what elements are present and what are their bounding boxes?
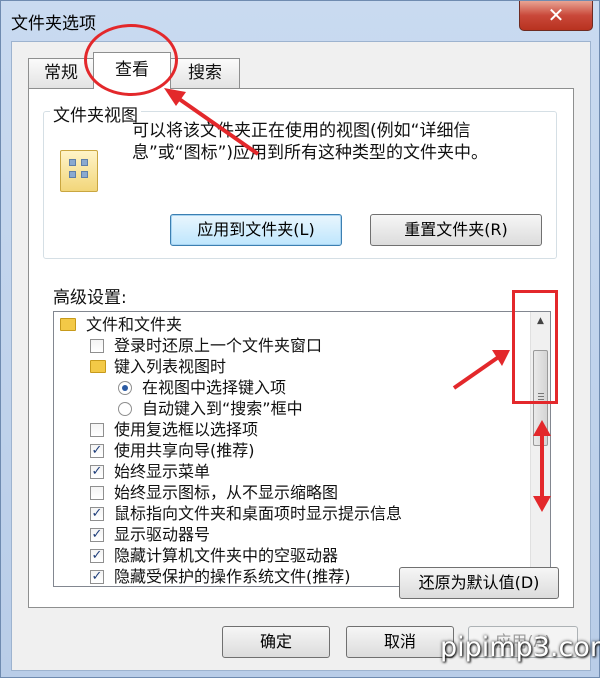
arrow-to-tab-icon	[170, 92, 260, 156]
arrow-to-scrollbar-icon	[452, 354, 502, 390]
annotation-arrows	[164, 88, 551, 512]
watermark: pipimp3.com	[440, 632, 600, 663]
